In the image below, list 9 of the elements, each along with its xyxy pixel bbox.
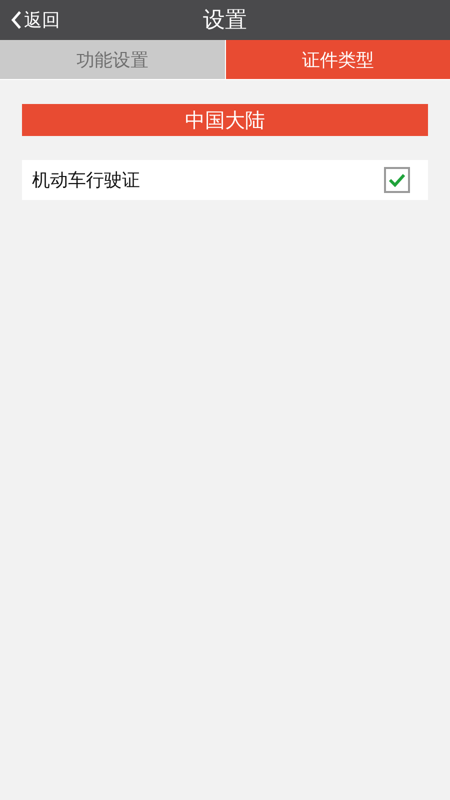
check-icon xyxy=(388,173,406,187)
section-header: 中国大陆 xyxy=(22,104,428,136)
tab[interactable]: 证件类型 xyxy=(224,40,450,79)
chevron-left-icon xyxy=(10,10,22,30)
list-item[interactable]: 机动车行驶证 xyxy=(22,160,428,200)
page-title: 设置 xyxy=(203,7,247,35)
back-button[interactable]: 返回 xyxy=(0,0,60,40)
item-label: 机动车行驶证 xyxy=(32,169,140,192)
checkbox[interactable] xyxy=(384,167,410,193)
